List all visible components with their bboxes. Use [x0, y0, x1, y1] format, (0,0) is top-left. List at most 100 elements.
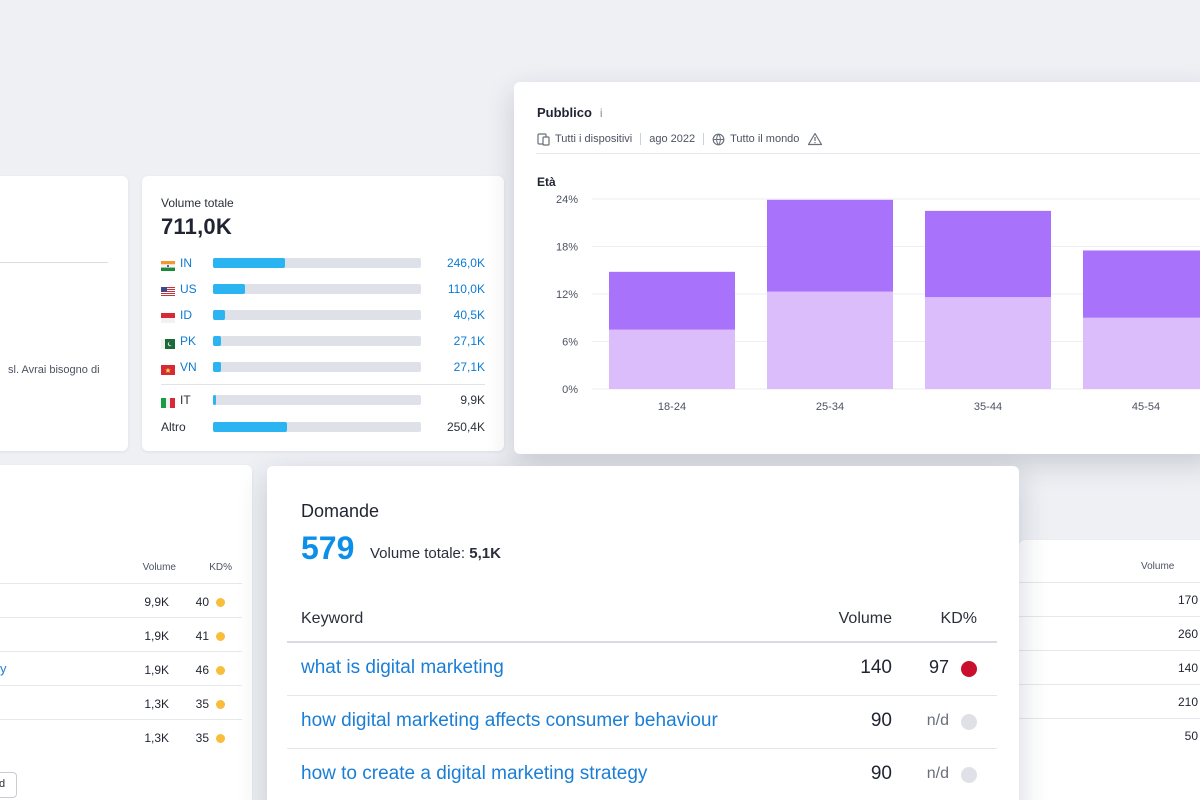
partial-left-card: sl. Avrai bisogno di — [0, 176, 128, 451]
row-kd: 35 — [195, 697, 209, 711]
country-volume[interactable]: 27,1K — [421, 360, 485, 374]
partial-button[interactable]: d — [0, 772, 17, 798]
table-row[interactable]: 170 — [1019, 582, 1200, 616]
x-tick-label: 45-54 — [1132, 401, 1160, 413]
difficulty-dot — [961, 767, 977, 783]
volume-bar — [213, 362, 421, 372]
column-header-volume[interactable]: Volume — [839, 610, 892, 628]
row-kd: 41 — [195, 629, 209, 643]
column-header-keyword[interactable]: Keyword — [301, 610, 363, 628]
warning-icon — [808, 132, 823, 146]
volume-bar — [213, 284, 421, 294]
country-volume[interactable]: 110,0K — [421, 282, 485, 296]
other-volume: 250,4K — [446, 420, 485, 434]
country-volume[interactable]: 40,5K — [421, 308, 485, 322]
country-volume[interactable]: 27,1K — [421, 334, 485, 348]
table-row[interactable]: 1,9K 41 — [0, 617, 242, 651]
globe-icon — [712, 133, 725, 145]
row-volume: 9,9K — [144, 595, 169, 609]
partial-description-text: sl. Avrai bisogno di — [8, 364, 100, 376]
bar-45-54-segment-2 — [1083, 250, 1200, 318]
table-row[interactable]: 50 — [1019, 718, 1200, 752]
total-volume-value: 5,1K — [469, 545, 501, 562]
row-volume: 1,3K — [144, 731, 169, 745]
row-volume: 210 — [1177, 695, 1198, 709]
devices-icon — [537, 132, 550, 146]
keyword-link[interactable]: how digital marketing affects consumer b… — [301, 710, 718, 732]
keyword-kd: n/d — [926, 712, 949, 729]
date-filter[interactable]: ago 2022 — [649, 133, 695, 145]
country-row-id[interactable]: ID 40,5K — [161, 307, 485, 323]
volume-bar-fill — [213, 258, 285, 268]
row-volume: 1,9K — [144, 663, 169, 677]
divider — [536, 153, 1200, 154]
table-row[interactable]: 260 — [1019, 616, 1200, 650]
bar-25-34-segment-1 — [767, 291, 893, 389]
row-kd: 46 — [195, 663, 209, 677]
vietnam-flag-icon — [161, 362, 175, 375]
country-code: VN — [180, 360, 197, 374]
keyword-kd: 97 — [928, 657, 949, 677]
keyword-volume: 90 — [870, 710, 892, 731]
difficulty-dot — [216, 666, 225, 675]
row-volume: 170 — [1177, 593, 1198, 607]
table-row[interactable]: 1,9K 46 — [0, 651, 242, 685]
keyword-volume: 90 — [870, 763, 892, 784]
country-volume[interactable]: 246,0K — [421, 256, 485, 270]
volume-bar-fill — [213, 395, 216, 405]
table-row[interactable]: 1,3K 35 — [0, 685, 242, 719]
row-kd: 35 — [195, 731, 209, 745]
table-row[interactable]: 1,3K 35 — [0, 719, 242, 753]
row-volume: 1,9K — [144, 629, 169, 643]
country-row-it[interactable]: IT 9,9K — [161, 392, 485, 408]
region-filter[interactable]: Tutto il mondo — [730, 133, 799, 145]
y-tick-label: 24% — [556, 194, 578, 206]
country-code: IT — [180, 393, 191, 407]
keyword-volume: 140 — [860, 657, 892, 678]
country-row-vn[interactable]: VN 27,1K — [161, 359, 485, 375]
indonesia-flag-icon — [161, 310, 175, 323]
india-flag-icon — [161, 258, 175, 271]
keyword-link[interactable]: how to create a digital marketing strate… — [301, 763, 647, 785]
keyword-kd: n/d — [926, 765, 949, 782]
volume-bar — [213, 395, 421, 405]
column-header-kd[interactable]: KD% — [941, 610, 977, 628]
devices-filter[interactable]: Tutti i dispositivi — [555, 133, 632, 145]
y-tick-label: 18% — [556, 242, 578, 254]
volume-bar-fill — [213, 284, 245, 294]
usa-flag-icon — [161, 284, 175, 296]
table-row[interactable]: 9,9K 40 — [0, 583, 242, 617]
bar-45-54-segment-1 — [1083, 317, 1200, 389]
country-volume: 9,9K — [460, 393, 485, 407]
keyword-link[interactable]: what is digital marketing — [301, 657, 504, 679]
volume-total: 711,0K — [161, 214, 232, 239]
age-bar-chart: 0% 6% 12% 18% 24% 18-24 25-34 35-44 45-54 — [556, 194, 1200, 413]
volume-bar — [213, 422, 421, 432]
country-row-pk[interactable]: PK 27,1K — [161, 333, 485, 349]
y-tick-label: 0% — [562, 384, 578, 396]
pakistan-flag-icon — [161, 336, 175, 349]
truncated-keyword-link[interactable]: y — [0, 661, 7, 676]
country-code: IN — [180, 256, 192, 270]
bar-35-44-segment-1 — [925, 297, 1051, 389]
country-row-other: Altro 250,4K — [161, 419, 485, 435]
column-header-volume: Volume — [142, 562, 176, 573]
volume-label: Volume totale — [161, 196, 234, 210]
italy-flag-icon — [161, 395, 175, 408]
country-row-in[interactable]: IN 246,0K — [161, 255, 485, 271]
difficulty-dot — [216, 700, 225, 709]
info-icon[interactable]: i — [600, 106, 603, 120]
difficulty-dot — [961, 714, 977, 730]
country-row-us[interactable]: US 110,0K — [161, 281, 485, 297]
separator — [640, 133, 642, 145]
table-row[interactable]: 140 — [1019, 650, 1200, 684]
volume-bar — [213, 258, 421, 268]
table-row[interactable]: 210 — [1019, 684, 1200, 718]
row-kd: 40 — [195, 595, 209, 609]
y-tick-label: 6% — [562, 337, 578, 349]
questions-count[interactable]: 579 — [301, 530, 354, 567]
row-volume: 1,3K — [144, 697, 169, 711]
column-header-volume: Volume — [1141, 561, 1175, 572]
volume-by-country-card: Volume totale 711,0K IN 246,0K US 110,0K ID 4… — [142, 176, 504, 451]
difficulty-dot — [216, 598, 225, 607]
